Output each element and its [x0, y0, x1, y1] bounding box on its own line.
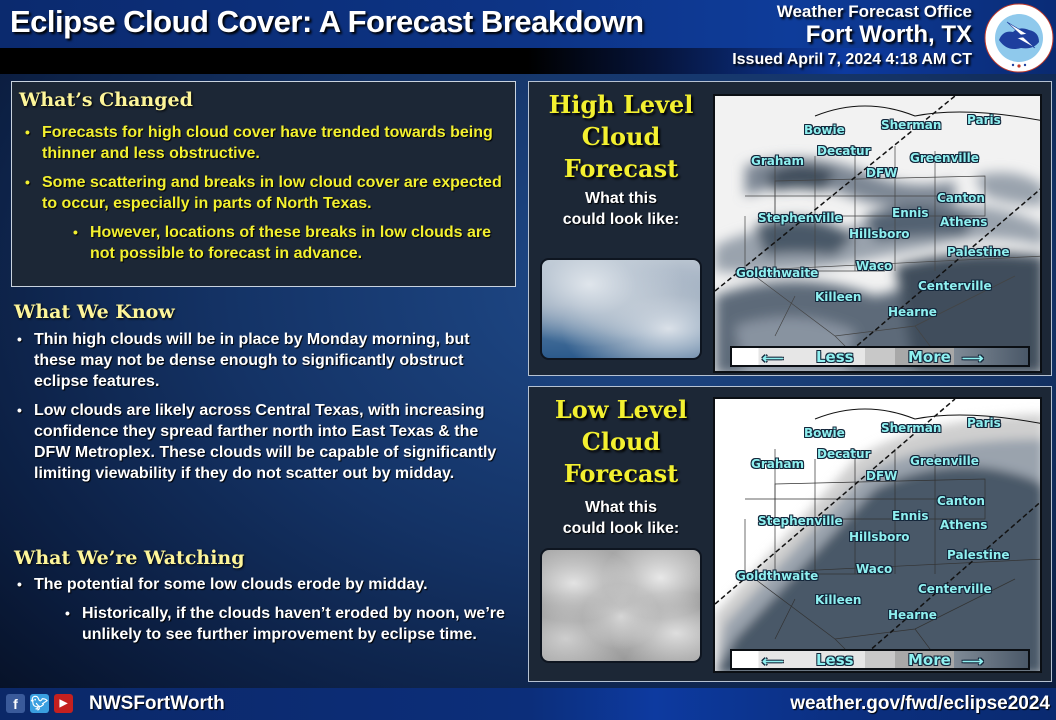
- high-cloud-map: Bowie Sherman Paris Graham Decatur Green…: [713, 94, 1042, 373]
- city-label-killeen: Killeen: [815, 290, 862, 304]
- city-label-waco: Waco: [856, 259, 893, 273]
- footer-bar: f 🐦︎ ▶ NWSFortWorth weather.gov/fwd/ecli…: [0, 688, 1056, 720]
- city-label-athens: Athens: [940, 215, 988, 229]
- title-line: High Level: [548, 90, 694, 119]
- office-label: Weather Forecast Office: [776, 2, 972, 21]
- arrow-right-icon: ⟶: [962, 350, 984, 367]
- city-label-dfw: DFW: [866, 166, 898, 180]
- low-cloud-subtitle: What this could look like:: [529, 497, 713, 539]
- legend-less-label: Less: [816, 651, 854, 669]
- city-label-decatur: Decatur: [817, 447, 871, 461]
- low-cloud-sky-photo: [540, 548, 702, 663]
- what-were-watching-heading: What We’re Watching: [14, 547, 245, 569]
- list-item: Thin high clouds will be in place by Mon…: [14, 329, 514, 392]
- page-title: Eclipse Cloud Cover: A Forecast Breakdow…: [10, 4, 644, 39]
- city-label-greenville: Greenville: [910, 151, 979, 165]
- legend-more-label: More: [908, 348, 951, 366]
- low-cloud-title: Low Level Cloud Forecast: [529, 394, 713, 490]
- high-cloud-title: High Level Cloud Forecast: [529, 89, 713, 185]
- whats-changed-list: Forecasts for high cloud cover have tren…: [22, 122, 514, 272]
- subtitle-line: could look like:: [562, 211, 680, 228]
- low-cloud-legend: ⟵ Less More ⟶: [730, 649, 1030, 670]
- low-cloud-panel: Low Level Cloud Forecast What this could…: [528, 386, 1052, 682]
- city-label-goldthwaite: Goldthwaite: [736, 266, 819, 280]
- arrow-left-icon: ⟵: [762, 653, 784, 670]
- city-label-centerville: Centerville: [918, 582, 992, 596]
- high-cloud-subtitle: What this could look like:: [529, 188, 713, 230]
- city-label-paris: Paris: [967, 113, 1001, 127]
- subtitle-line: What this: [585, 499, 657, 516]
- whats-changed-heading: What’s Changed: [19, 89, 193, 111]
- city-label-ennis: Ennis: [892, 509, 929, 523]
- city-label-sherman: Sherman: [881, 421, 942, 435]
- list-item: Forecasts for high cloud cover have tren…: [22, 122, 514, 164]
- city-label-greenville: Greenville: [910, 454, 979, 468]
- list-item: Low clouds are likely across Central Tex…: [14, 400, 514, 484]
- city-label-stephenville: Stephenville: [758, 211, 843, 225]
- list-item: Historically, if the clouds haven’t erod…: [62, 603, 524, 645]
- city-label-decatur: Decatur: [817, 144, 871, 158]
- facebook-icon[interactable]: f: [6, 694, 25, 713]
- title-line: Low Level: [554, 395, 688, 424]
- high-cloud-legend: ⟵ Less More ⟶: [730, 346, 1030, 367]
- city-label-bowie: Bowie: [804, 426, 845, 440]
- legend-more-label: More: [908, 651, 951, 669]
- subtitle-line: What this: [585, 190, 657, 207]
- city-label-palestine: Palestine: [947, 245, 1010, 259]
- title-line: Cloud: [581, 122, 661, 151]
- high-cloud-sky-photo: [540, 258, 702, 360]
- city-label-hillsboro: Hillsboro: [849, 530, 910, 544]
- office-location: Fort Worth, TX: [805, 21, 972, 48]
- city-label-hillsboro: Hillsboro: [849, 227, 910, 241]
- whats-changed-panel: What’s Changed Forecasts for high cloud …: [11, 81, 516, 287]
- city-label-dfw: DFW: [866, 469, 898, 483]
- social-links: f 🐦︎ ▶: [6, 694, 73, 713]
- city-label-athens: Athens: [940, 518, 988, 532]
- city-label-paris: Paris: [967, 416, 1001, 430]
- low-cloud-map: Bowie Sherman Paris Graham Decatur Green…: [713, 397, 1042, 673]
- city-label-bowie: Bowie: [804, 123, 845, 137]
- title-line: Forecast: [563, 154, 679, 183]
- arrow-right-icon: ⟶: [962, 653, 984, 670]
- arrow-left-icon: ⟵: [762, 350, 784, 367]
- city-label-graham: Graham: [751, 154, 805, 168]
- city-label-hearne: Hearne: [888, 305, 937, 319]
- city-label-canton: Canton: [937, 191, 985, 205]
- city-label-centerville: Centerville: [918, 279, 992, 293]
- city-label-killeen: Killeen: [815, 593, 862, 607]
- website-link[interactable]: weather.gov/fwd/eclipse2024: [790, 693, 1050, 715]
- city-label-waco: Waco: [856, 562, 893, 576]
- youtube-icon[interactable]: ▶: [54, 694, 73, 713]
- what-we-know-heading: What We Know: [14, 301, 175, 323]
- high-cloud-panel: High Level Cloud Forecast What this coul…: [528, 81, 1052, 376]
- twitter-icon[interactable]: 🐦︎: [30, 694, 49, 713]
- city-label-canton: Canton: [937, 494, 985, 508]
- what-were-watching-section: What We’re Watching The potential for so…: [14, 547, 524, 653]
- city-label-stephenville: Stephenville: [758, 514, 843, 528]
- city-label-sherman: Sherman: [881, 118, 942, 132]
- list-item: However, locations of these breaks in lo…: [70, 222, 514, 264]
- city-label-palestine: Palestine: [947, 548, 1010, 562]
- list-item: The potential for some low clouds erode …: [14, 574, 524, 595]
- social-handle[interactable]: NWSFortWorth: [89, 693, 225, 715]
- title-line: Forecast: [563, 459, 679, 488]
- what-we-know-section: What We Know Thin high clouds will be in…: [14, 301, 514, 492]
- city-label-graham: Graham: [751, 457, 805, 471]
- title-line: Cloud: [581, 427, 661, 456]
- city-label-hearne: Hearne: [888, 608, 937, 622]
- subtitle-line: could look like:: [562, 520, 680, 537]
- nws-logo-icon: [984, 3, 1054, 73]
- office-info: Weather Forecast Office Fort Worth, TX I…: [732, 2, 972, 72]
- legend-less-label: Less: [816, 348, 854, 366]
- list-item: Some scattering and breaks in low cloud …: [22, 172, 514, 214]
- city-label-goldthwaite: Goldthwaite: [736, 569, 819, 583]
- issued-timestamp: Issued April 7, 2024 4:18 AM CT: [732, 51, 972, 68]
- city-label-ennis: Ennis: [892, 206, 929, 220]
